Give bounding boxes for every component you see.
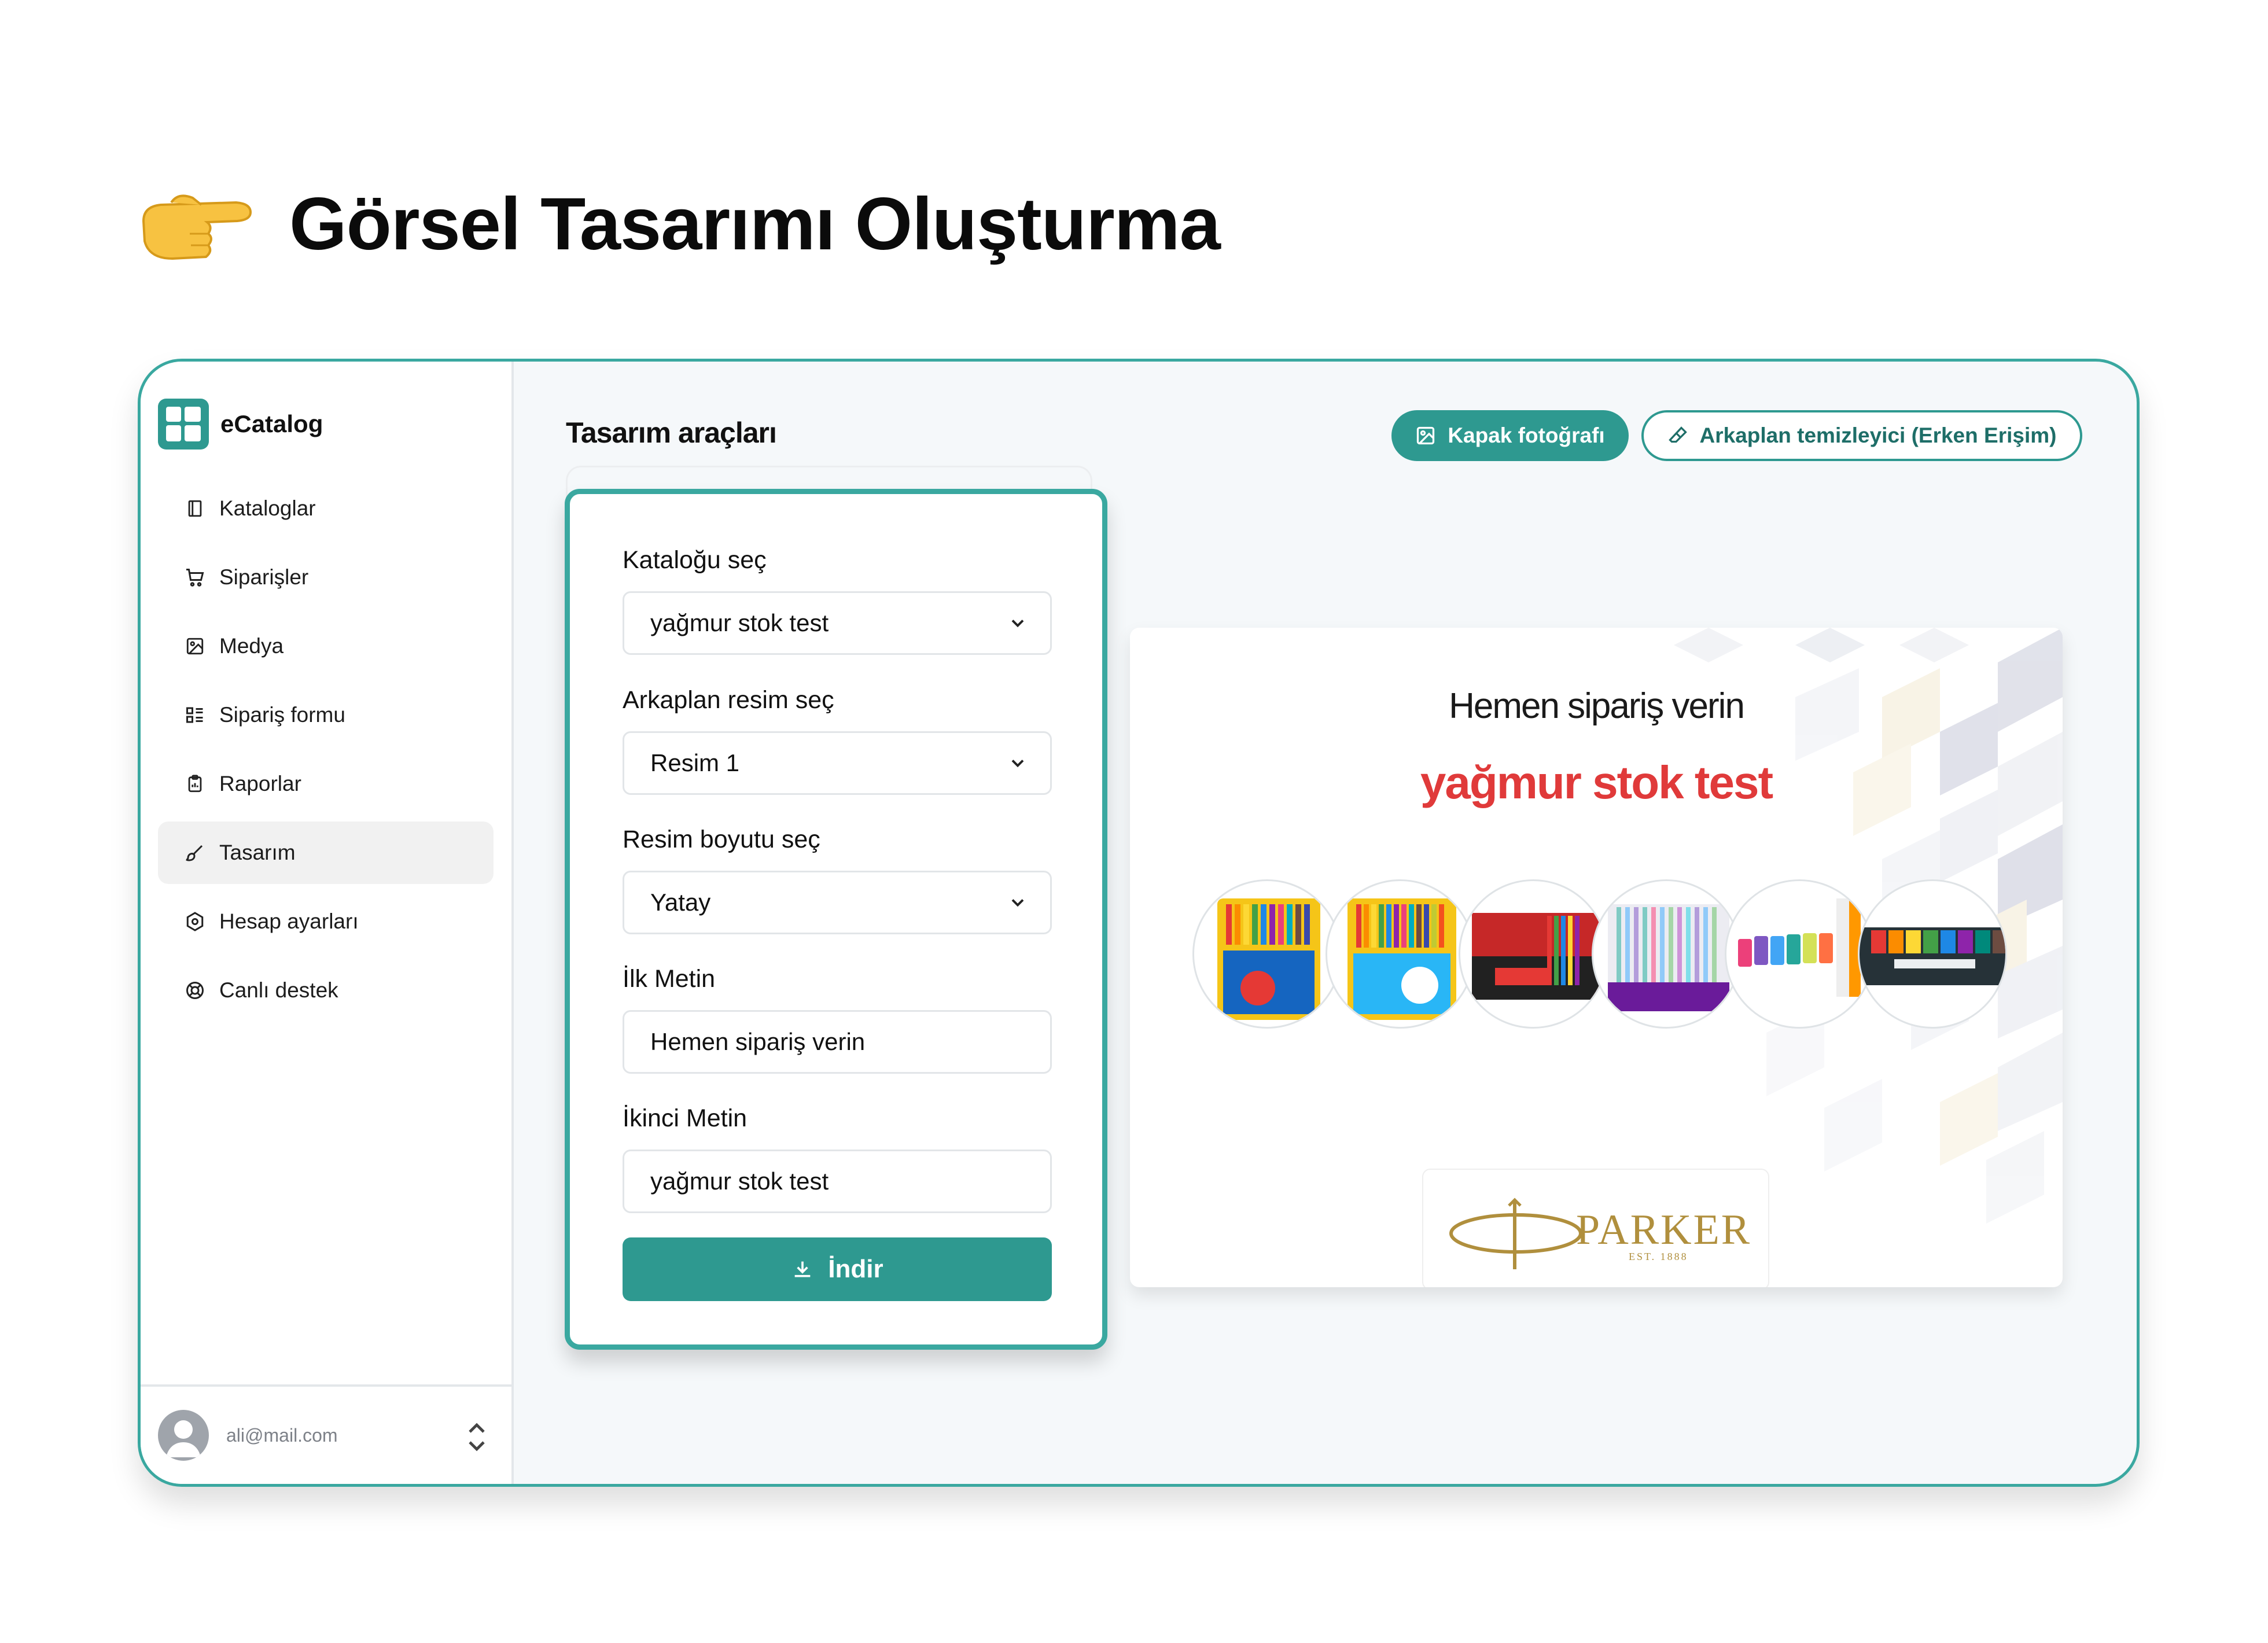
sidebar-item-label: Sipariş formu bbox=[219, 703, 345, 727]
catalog-select[interactable]: yağmur stok test bbox=[623, 591, 1052, 655]
pointing-hand-icon bbox=[142, 194, 252, 260]
chevron-down-icon bbox=[1011, 620, 1024, 628]
product-strip bbox=[1192, 879, 2007, 1030]
brush-icon bbox=[183, 841, 207, 864]
brand-logo-card: PARKER EST. 1888 bbox=[1422, 1169, 1769, 1287]
brand[interactable]: eCatalog bbox=[158, 399, 323, 450]
sidebar: eCatalog Kataloglar Siparişler Medya Sip… bbox=[141, 362, 514, 1484]
first-text-input[interactable]: Hemen sipariş verin bbox=[623, 1010, 1052, 1074]
background-select-value: Resim 1 bbox=[650, 749, 740, 776]
sidebar-item-label: Tasarım bbox=[219, 841, 296, 864]
brand-logo bbox=[158, 399, 209, 450]
sidebar-item-label: Siparişler bbox=[219, 565, 309, 589]
chevron-down-icon bbox=[1011, 760, 1024, 768]
catalog-select-value: yağmur stok test bbox=[650, 609, 829, 636]
clipboard-icon bbox=[183, 772, 207, 795]
list-icon bbox=[183, 703, 207, 727]
background-select-label: Arkaplan resim seç bbox=[623, 686, 834, 714]
product-thumb bbox=[1592, 879, 1741, 1029]
section-title: Tasarım araçları bbox=[566, 417, 777, 449]
download-label: İndir bbox=[828, 1255, 883, 1283]
download-button[interactable]: İndir bbox=[623, 1237, 1052, 1301]
background-remover-button[interactable]: Arkaplan temizleyici (Erken Erişim) bbox=[1641, 410, 2082, 461]
second-text-value: yağmur stok test bbox=[650, 1167, 829, 1195]
eraser-icon bbox=[1668, 426, 1687, 443]
product-thumb bbox=[1192, 879, 1342, 1029]
background-remover-label: Arkaplan temizleyici (Erken Erişim) bbox=[1699, 423, 2057, 447]
settings-icon bbox=[183, 910, 207, 933]
catalog-select-label: Kataloğu seç bbox=[623, 546, 767, 574]
user-menu[interactable]: ali@mail.com bbox=[141, 1384, 511, 1484]
brand-established: EST. 1888 bbox=[1629, 1251, 1688, 1262]
image-icon bbox=[183, 635, 207, 658]
background-select[interactable]: Resim 1 bbox=[623, 731, 1052, 795]
cover-photo-label: Kapak fotoğrafı bbox=[1448, 423, 1605, 447]
size-select-label: Resim boyutu seç bbox=[623, 826, 820, 853]
size-select[interactable]: Yatay bbox=[623, 871, 1052, 934]
sidebar-nav: Kataloglar Siparişler Medya Sipariş form… bbox=[158, 477, 494, 1028]
sidebar-item-label: Kataloglar bbox=[219, 496, 316, 520]
cart-icon bbox=[183, 566, 207, 589]
brand-name: eCatalog bbox=[220, 410, 323, 437]
product-thumb bbox=[1459, 879, 1608, 1029]
chevron-down-icon bbox=[1011, 899, 1024, 907]
hero-header: Görsel Tasarımı Oluşturma bbox=[138, 180, 1221, 267]
preview-subheadline: yağmur stok test bbox=[1420, 757, 1773, 808]
sidebar-item-hesap-ayarlari[interactable]: Hesap ayarları bbox=[158, 890, 494, 953]
page-title: Görsel Tasarımı Oluşturma bbox=[289, 182, 1221, 266]
sidebar-item-medya[interactable]: Medya bbox=[158, 615, 494, 677]
sidebar-item-raporlar[interactable]: Raporlar bbox=[158, 753, 494, 815]
parker-arrow-logo bbox=[1449, 1198, 1582, 1269]
avatar bbox=[158, 1410, 209, 1461]
product-thumb bbox=[1725, 879, 1874, 1029]
product-thumb bbox=[1326, 879, 1475, 1029]
chevron-up-down-icon[interactable] bbox=[465, 1421, 488, 1453]
brand-wordmark: PARKER bbox=[1576, 1206, 1752, 1254]
first-text-value: Hemen sipariş verin bbox=[650, 1028, 866, 1055]
user-email: ali@mail.com bbox=[226, 1424, 338, 1446]
sidebar-item-siparis-formu[interactable]: Sipariş formu bbox=[158, 684, 494, 746]
sidebar-item-canli-destek[interactable]: Canlı destek bbox=[158, 959, 494, 1022]
first-text-label: İlk Metin bbox=[623, 965, 716, 993]
preview-headline: Hemen sipariş verin bbox=[1449, 686, 1745, 726]
design-preview: Hemen sipariş verin yağmur stok test PAR… bbox=[1130, 628, 2063, 1287]
app-window: eCatalog Kataloglar Siparişler Medya Sip… bbox=[138, 359, 2140, 1487]
sidebar-item-siparisler[interactable]: Siparişler bbox=[158, 546, 494, 609]
cover-photo-button[interactable]: Kapak fotoğrafı bbox=[1391, 410, 1629, 461]
design-tools-panel: Kataloğu seç yağmur stok test Arkaplan r… bbox=[565, 489, 1107, 1350]
sidebar-item-tasarim[interactable]: Tasarım bbox=[158, 821, 494, 884]
size-select-value: Yatay bbox=[650, 889, 711, 916]
image-icon bbox=[1417, 426, 1435, 445]
second-text-input[interactable]: yağmur stok test bbox=[623, 1150, 1052, 1213]
lifebuoy-icon bbox=[183, 979, 207, 1002]
second-text-label: İkinci Metin bbox=[623, 1104, 748, 1132]
sidebar-item-label: Canlı destek bbox=[219, 978, 338, 1002]
product-thumb bbox=[1858, 879, 2007, 1029]
sidebar-item-label: Medya bbox=[219, 634, 284, 658]
sidebar-item-kataloglar[interactable]: Kataloglar bbox=[158, 477, 494, 540]
download-icon bbox=[794, 1261, 811, 1277]
sidebar-item-label: Hesap ayarları bbox=[219, 909, 359, 933]
sidebar-item-label: Raporlar bbox=[219, 772, 301, 795]
book-icon bbox=[183, 497, 207, 520]
